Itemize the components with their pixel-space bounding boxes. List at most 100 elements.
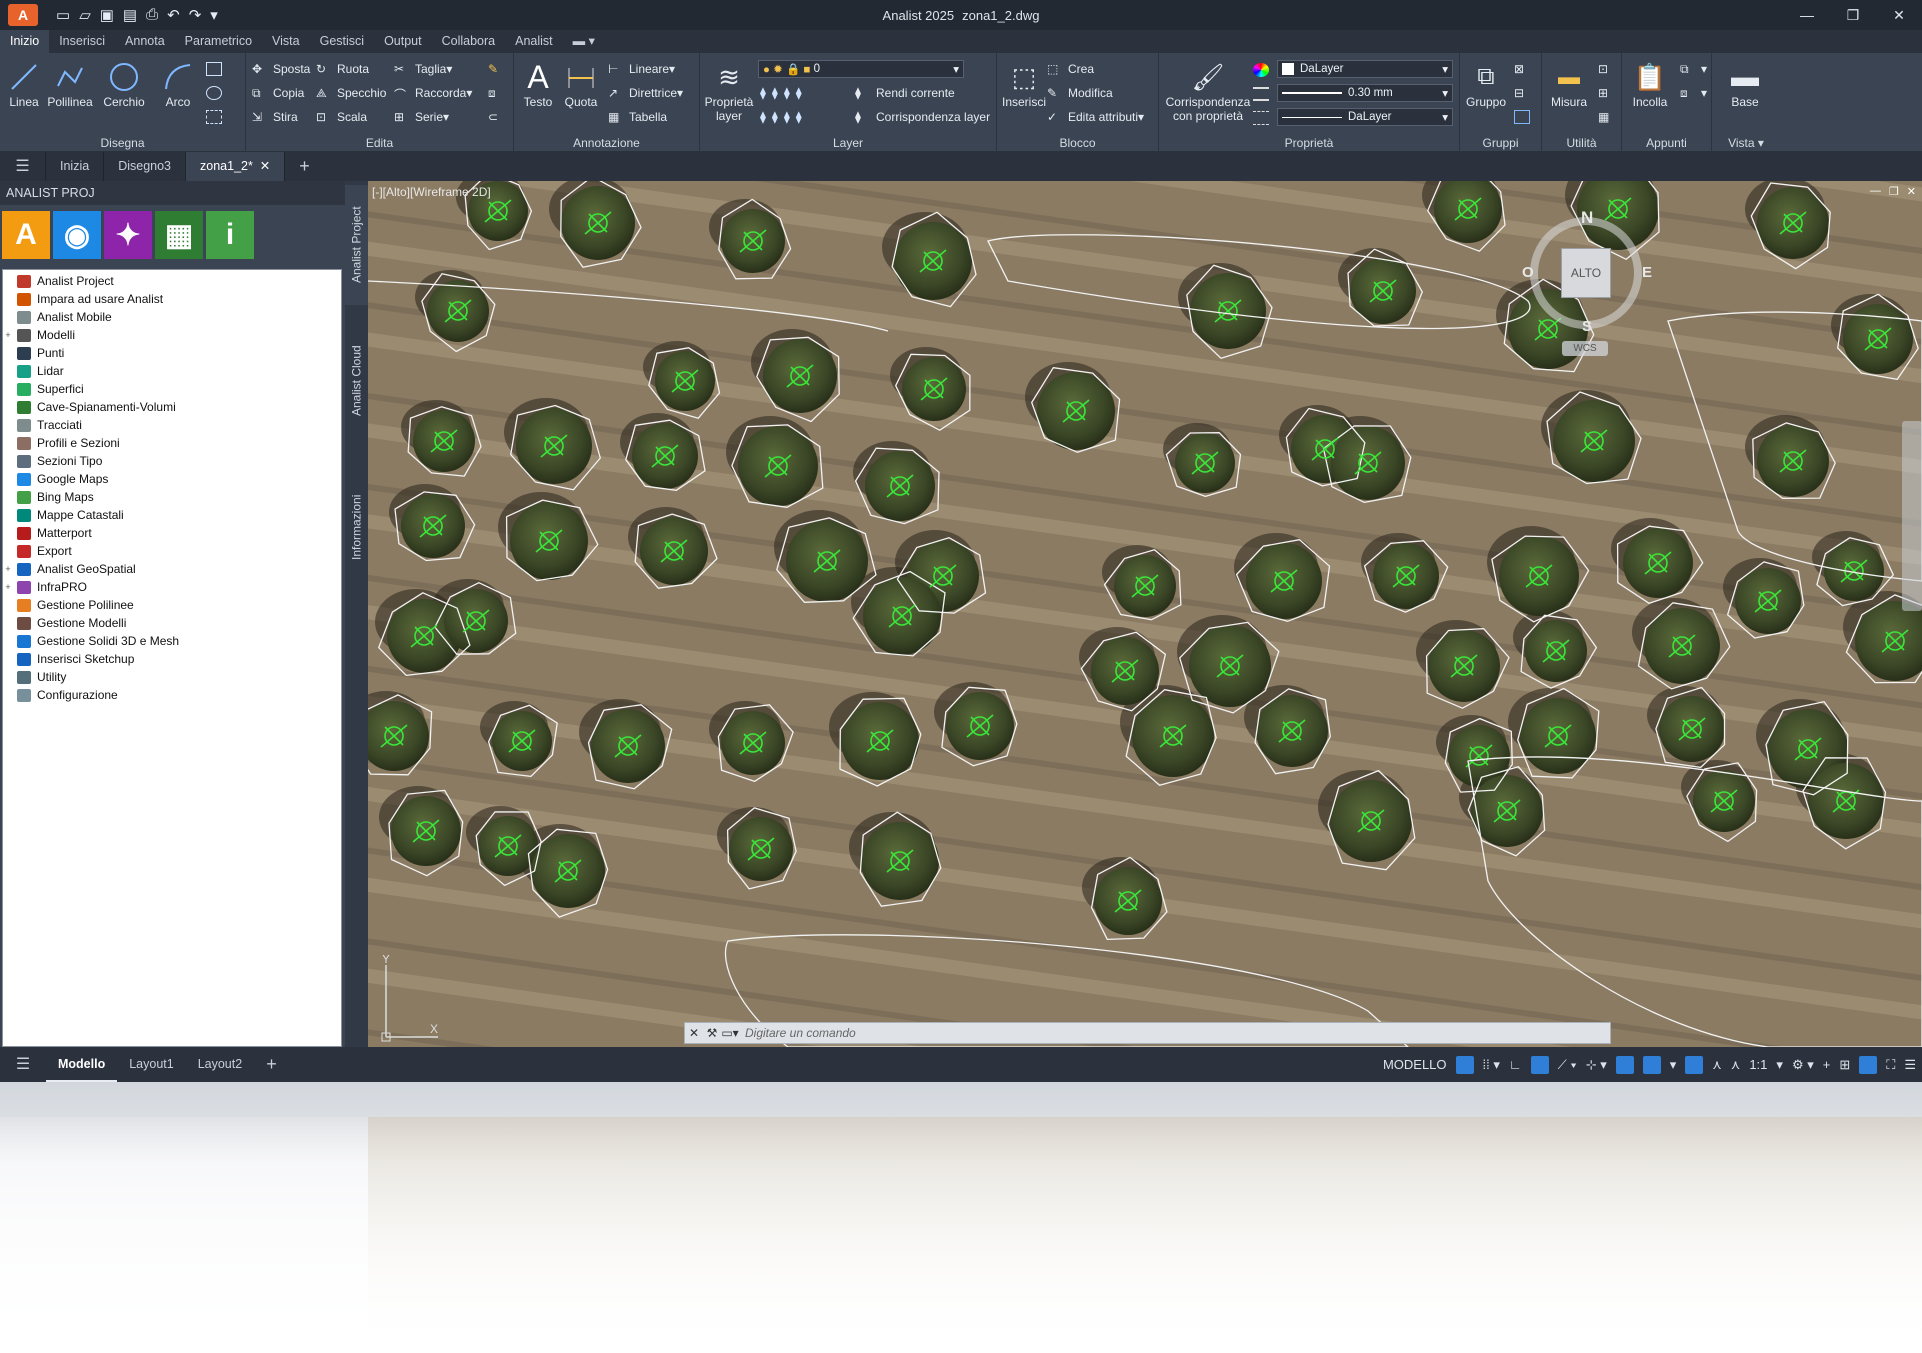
tab-analist[interactable]: Analist xyxy=(505,30,563,53)
group-button[interactable]: ⧉ Gruppo xyxy=(1462,59,1510,109)
tree-item[interactable]: Utility xyxy=(3,668,341,686)
tree-item[interactable]: Lidar xyxy=(3,362,341,380)
table-button[interactable]: ▦ Tabella xyxy=(608,107,667,127)
viewport-controls-label[interactable]: [-][Alto][Wireframe 2D] xyxy=(372,185,491,199)
paste-button[interactable]: 📋 Incolla xyxy=(1626,59,1674,110)
color-dropdown[interactable]: DaLayer ▾ xyxy=(1277,60,1453,78)
save-as-icon[interactable]: ▤ xyxy=(123,6,137,24)
minimize-button[interactable]: — xyxy=(1784,0,1830,30)
dimension-button[interactable]: Quota xyxy=(560,59,602,109)
text-button[interactable]: A Testo xyxy=(518,59,558,110)
fullscreen-icon[interactable]: ⛶ xyxy=(1886,1057,1895,1073)
command-line[interactable]: ✕ ⚒ ▭▾ Digitare un comando xyxy=(684,1022,1611,1044)
linear-button[interactable]: ⊢ Lineare ▾ xyxy=(608,59,675,79)
ucs-menu[interactable]: WCS xyxy=(1562,341,1608,356)
match-layer-button[interactable]: ⧫ Corrispondenza layer xyxy=(855,107,990,127)
snap-icon[interactable]: ⁞⁞ ▾ xyxy=(1483,1057,1500,1073)
panel-title-blocco[interactable]: Blocco xyxy=(997,136,1158,150)
polyline-button[interactable]: Polilinea xyxy=(45,59,95,109)
panel-title-appunti[interactable]: Appunti xyxy=(1622,136,1711,150)
object-snap-tracking-icon[interactable]: ⊹ ▾ xyxy=(1586,1057,1607,1073)
tree-item[interactable]: Analist Mobile xyxy=(3,308,341,326)
lineweight-toggle-icon[interactable] xyxy=(1615,1055,1634,1074)
rectangle-tool[interactable] xyxy=(206,59,227,79)
viewcube[interactable]: N S O E ALTO WCS xyxy=(1518,207,1668,357)
select-all-tool[interactable]: ⊞ xyxy=(1598,83,1619,103)
new-file-icon[interactable]: ▭ xyxy=(56,6,70,24)
array-button[interactable]: ⊞ Serie ▾ xyxy=(394,107,449,127)
viewport-restore-icon[interactable]: ❐ xyxy=(1889,185,1899,198)
circle-button[interactable]: Cerchio xyxy=(100,59,148,109)
viewcube-face-top[interactable]: ALTO xyxy=(1561,248,1611,298)
panel-title-proprieta[interactable]: Proprietà xyxy=(1159,136,1459,150)
tree-item[interactable]: Punti xyxy=(3,344,341,362)
new-tab-icon[interactable]: + xyxy=(285,152,324,181)
expand-icon[interactable]: + xyxy=(3,582,13,592)
annotation-visibility-icon[interactable] xyxy=(1685,1055,1704,1074)
insert-block-button[interactable]: ⬚ Inserisci xyxy=(1001,59,1047,110)
tree-item[interactable]: Superfici xyxy=(3,380,341,398)
leader-button[interactable]: ↗ Direttrice ▾ xyxy=(608,83,683,103)
info-icon[interactable]: i xyxy=(206,211,254,259)
transparency-icon[interactable] xyxy=(1642,1055,1661,1074)
tab-vista[interactable]: Vista xyxy=(262,30,310,53)
tree-item[interactable]: Sezioni Tipo xyxy=(3,452,341,470)
compass-south[interactable]: S xyxy=(1582,318,1592,335)
viewport-minimize-icon[interactable]: — xyxy=(1870,185,1881,198)
layout-tab-modello[interactable]: Modello xyxy=(46,1047,118,1082)
quick-select-tool[interactable]: ⊡ xyxy=(1598,59,1619,79)
tree-item[interactable]: Google Maps xyxy=(3,470,341,488)
doc-tab-zona1[interactable]: zona1_2* ✕ xyxy=(186,152,286,181)
layer-properties-button[interactable]: ≋ Proprietà layer xyxy=(702,59,756,124)
compass-north[interactable]: N xyxy=(1581,208,1593,228)
qat-dropdown-icon[interactable]: ▾ xyxy=(210,6,218,24)
move-button[interactable]: ✥ Sposta xyxy=(252,59,310,79)
viewport-close-icon[interactable]: ✕ xyxy=(1907,185,1916,198)
mirror-button[interactable]: ⟁ Specchio xyxy=(316,83,386,103)
sidetab-informazioni[interactable]: Informazioni xyxy=(345,457,368,597)
customize-menu-icon[interactable]: ☰ xyxy=(1904,1057,1916,1073)
ellipse-tool[interactable] xyxy=(206,83,227,103)
close-tab-icon[interactable]: ✕ xyxy=(260,159,270,173)
app-logo-icon[interactable]: A xyxy=(8,4,38,26)
arc-button[interactable]: Arco xyxy=(156,59,200,109)
expand-icon[interactable]: + xyxy=(3,564,13,574)
erase-tool[interactable]: ✎ xyxy=(488,59,509,79)
panel-title-disegna[interactable]: Disegna xyxy=(0,136,245,150)
satellite-icon[interactable]: ✦ xyxy=(104,211,152,259)
linetype-dropdown[interactable]: DaLayer ▾ xyxy=(1277,108,1453,126)
group-select-tool[interactable] xyxy=(1514,107,1535,127)
expand-icon[interactable]: + xyxy=(3,330,13,340)
tree-item[interactable]: Gestione Polilinee xyxy=(3,596,341,614)
explode-tool[interactable]: ⧈ xyxy=(488,83,509,103)
annotation-scale-icon[interactable]: ⋏ xyxy=(1731,1057,1741,1073)
command-input-placeholder[interactable]: Digitare un comando xyxy=(745,1026,856,1040)
create-block-button[interactable]: ⬚ Crea xyxy=(1047,59,1094,79)
tab-output[interactable]: Output xyxy=(374,30,432,53)
tab-annota[interactable]: Annota xyxy=(115,30,175,53)
layer-tools-row1[interactable]: ⧫⧫⧫⧫ xyxy=(760,83,808,103)
copy-button[interactable]: ⧉ Copia xyxy=(252,83,304,103)
group-edit-tool[interactable]: ⊟ xyxy=(1514,83,1535,103)
scale-button[interactable]: ⊡ Scala xyxy=(316,107,367,127)
cut-tool[interactable]: ⧈ ▾ xyxy=(1680,83,1707,103)
tree-item[interactable]: + Modelli xyxy=(3,326,341,344)
isodraft-icon[interactable]: ⟋ ▾ xyxy=(1558,1057,1577,1073)
tree-item[interactable]: Analist Project xyxy=(3,272,341,290)
tree-item[interactable]: Configurazione xyxy=(3,686,341,704)
open-file-icon[interactable]: ▱ xyxy=(79,6,91,24)
layout-tab-layout1[interactable]: Layout1 xyxy=(117,1047,185,1082)
tab-inserisci[interactable]: Inserisci xyxy=(49,30,115,53)
measure-button[interactable]: ▬ Misura xyxy=(1544,59,1594,109)
undo-icon[interactable]: ↶ xyxy=(167,6,180,24)
tree-item[interactable]: Matterport xyxy=(3,524,341,542)
stretch-button[interactable]: ⇲ Stira xyxy=(252,107,298,127)
layout-tab-layout2[interactable]: Layout2 xyxy=(186,1047,254,1082)
tab-inizio[interactable]: Inizio xyxy=(0,30,50,53)
command-close-icon[interactable]: ✕ xyxy=(685,1026,703,1040)
print-icon[interactable]: ⎙ xyxy=(146,6,158,24)
globe-icon[interactable]: ◉ xyxy=(53,211,101,259)
tab-collabora[interactable]: Collabora xyxy=(432,30,506,53)
polar-icon[interactable] xyxy=(1530,1055,1549,1074)
match-properties-button[interactable]: 🖌 Corrispondenza con proprietà xyxy=(1163,59,1253,124)
